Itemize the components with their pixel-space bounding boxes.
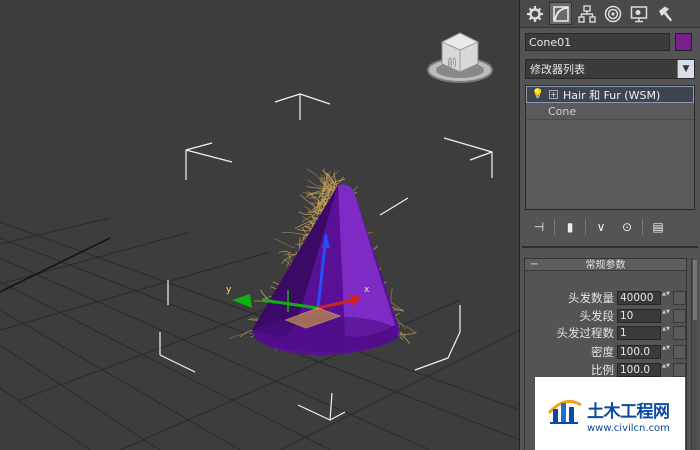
tab-modify[interactable] [549, 2, 572, 25]
spinner-icon[interactable]: ▲▼ [662, 345, 670, 359]
make-unique-icon[interactable]: ∨ [590, 217, 612, 237]
object-color-swatch[interactable] [675, 33, 692, 51]
tab-utilities[interactable] [653, 2, 676, 25]
param-label: 头发过程数 [556, 325, 615, 340]
param-scale: 比例 100.0 ▲▼ [591, 362, 686, 377]
axis-x-label: x [364, 285, 370, 295]
viewcube[interactable]: 前 [427, 32, 493, 83]
gear-icon [526, 5, 543, 22]
param-value-field[interactable]: 40000 [617, 290, 661, 305]
map-button[interactable] [673, 290, 686, 305]
tab-create[interactable] [523, 2, 546, 25]
modifier-list-label: 修改器列表 [530, 63, 585, 76]
axis-y-label: y [226, 285, 232, 295]
param-value-field[interactable]: 10 [617, 308, 661, 323]
param-value-field[interactable]: 1 [617, 325, 661, 340]
map-button[interactable] [673, 308, 686, 323]
param-hair-segments: 头发段 10 ▲▼ [579, 308, 686, 323]
stack-toolbar: ⊣ ▮ ∨ ⊙ ▤ [528, 216, 693, 238]
modifier-stack: 💡 + Hair 和 Fur (WSM) Cone [525, 85, 695, 210]
object-name-input[interactable] [525, 33, 670, 51]
panel-scrollbar[interactable] [691, 258, 697, 450]
panel-divider [522, 246, 698, 248]
map-button[interactable] [673, 325, 686, 340]
show-end-result-icon[interactable]: ▮ [559, 217, 581, 237]
spinner-icon[interactable]: ▲▼ [662, 291, 670, 305]
scrollbar-thumb[interactable] [693, 260, 697, 320]
watermark-logo-icon [547, 399, 582, 424]
rollout-header[interactable]: − 常规参数 [525, 259, 686, 271]
watermark: 土木工程网 www.civilcn.com [535, 377, 685, 450]
stack-item-label: Cone [548, 104, 577, 118]
viewport-scene[interactable]: y x 前 [0, 0, 520, 450]
y-axis-arrow [232, 294, 252, 308]
rollout-title: 常规参数 [585, 260, 626, 271]
stack-item-cone[interactable]: Cone [526, 103, 694, 120]
stack-item-hair-fur[interactable]: 💡 + Hair 和 Fur (WSM) [526, 86, 694, 103]
viewcube-face-label: 前 [447, 56, 457, 69]
param-value-field[interactable]: 100.0 [617, 362, 661, 377]
tab-display[interactable] [627, 2, 650, 25]
toolbar-separator [642, 219, 643, 235]
watermark-url: www.civilcn.com [587, 423, 670, 434]
expand-plus-icon[interactable]: + [549, 90, 558, 99]
toolbar-separator [585, 219, 586, 235]
param-hair-passes: 头发过程数 1 ▲▼ [556, 325, 686, 340]
watermark-title: 土木工程网 [587, 401, 670, 422]
pin-stack-icon[interactable]: ⊣ [528, 217, 550, 237]
param-label: 比例 [591, 362, 614, 377]
command-panel-tabs [520, 0, 700, 28]
cone-object[interactable] [252, 184, 400, 355]
param-label: 头发段 [579, 308, 615, 323]
stack-item-label: Hair 和 Fur (WSM) [563, 88, 661, 102]
param-value-field[interactable]: 100.0 [617, 344, 661, 359]
configure-modifier-sets-icon[interactable]: ▤ [647, 217, 669, 237]
watermark-row: 土木工程网 [547, 393, 685, 425]
param-label: 头发数量 [568, 290, 614, 305]
modify-curve-icon [552, 5, 569, 22]
chevron-down-icon[interactable]: ▼ [677, 60, 694, 78]
spinner-icon[interactable]: ▲▼ [662, 309, 670, 323]
spinner-icon[interactable]: ▲▼ [662, 363, 670, 377]
param-label: 密度 [591, 344, 614, 359]
display-monitor-icon [630, 5, 647, 22]
map-button[interactable] [673, 362, 686, 377]
tab-hierarchy[interactable] [575, 2, 598, 25]
remove-modifier-icon[interactable]: ⊙ [616, 217, 638, 237]
perspective-viewport[interactable]: y x 前 [0, 0, 520, 450]
object-name-row [525, 33, 695, 51]
modifier-list-dropdown[interactable]: 修改器列表 ▼ [525, 59, 695, 79]
tab-motion[interactable] [601, 2, 624, 25]
spinner-icon[interactable]: ▲▼ [662, 326, 670, 340]
map-button[interactable] [673, 344, 686, 359]
param-density: 密度 100.0 ▲▼ [591, 344, 686, 359]
lightbulb-icon[interactable]: 💡 [531, 89, 545, 100]
toolbar-separator [554, 219, 555, 235]
motion-icon [604, 5, 621, 22]
hammer-icon [658, 6, 672, 21]
param-hair-count: 头发数量 40000 ▲▼ [568, 290, 686, 305]
hierarchy-icon [577, 4, 596, 23]
